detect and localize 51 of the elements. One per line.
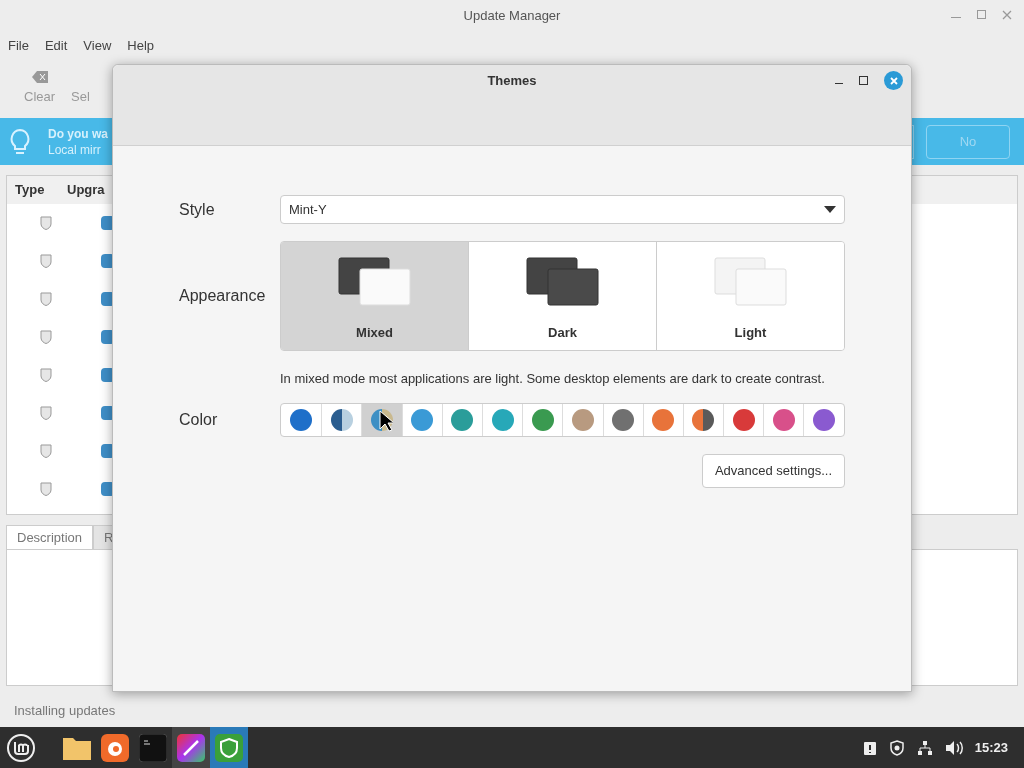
shield-icon (40, 216, 52, 230)
appearance-description: In mixed mode most applications are light. Some desktop elements are dark to create contrast. (280, 370, 826, 388)
menu-item[interactable]: Edit (44, 36, 68, 56)
menu-item[interactable]: File (8, 36, 29, 56)
close-icon (889, 76, 898, 85)
status-text: Installing updates (14, 702, 117, 720)
color-label: Color (179, 409, 219, 430)
appearance-option[interactable]: Light (656, 242, 844, 350)
close-icon[interactable] (1002, 10, 1012, 20)
shield-icon (40, 406, 52, 420)
color-dot (330, 408, 353, 431)
maximize-icon[interactable] (859, 76, 868, 85)
restore-icon[interactable] (977, 10, 986, 19)
caret-icon (824, 206, 836, 213)
color-dot (692, 408, 715, 431)
paint-app-icon[interactable] (172, 727, 210, 768)
window-preview-icon (337, 256, 412, 307)
network-icon[interactable] (916, 739, 933, 756)
shield-icon (40, 330, 52, 344)
appearance-label: Appearance (179, 286, 267, 306)
appearance-option[interactable]: Mixed (281, 242, 468, 350)
clear-icon (31, 70, 48, 83)
dialog-title: Themes (487, 72, 537, 91)
banner-subtitle: Local mirr (48, 141, 102, 158)
lightbulb-icon (8, 127, 32, 156)
style-dropdown[interactable]: Mint-Y (280, 195, 845, 224)
menu-logo-icon[interactable] (6, 732, 36, 763)
window-preview-icon (525, 256, 600, 307)
shield-icon (40, 292, 52, 306)
shield-gear-icon[interactable] (888, 739, 905, 756)
shield-app-icon[interactable] (210, 727, 248, 768)
close-button[interactable] (884, 71, 903, 90)
menu-item[interactable]: Help (127, 36, 155, 56)
window-title: Update Manager (463, 7, 561, 26)
shield-icon (40, 254, 52, 268)
shield-icon (40, 444, 52, 458)
shield-icon (40, 482, 52, 496)
volume-icon[interactable] (944, 739, 963, 756)
tab[interactable]: Description (6, 525, 94, 549)
shield-icon (40, 368, 52, 382)
banner-title: Do you wa (48, 125, 108, 142)
column-header[interactable]: Type (7, 180, 67, 200)
clipboard-alert-icon[interactable] (862, 739, 877, 756)
menu-item[interactable]: View (83, 36, 112, 56)
cursor-icon (379, 409, 393, 432)
window-preview-icon (713, 256, 788, 307)
column-header[interactable]: Upgra (67, 180, 107, 200)
appearance-option[interactable]: Dark (468, 242, 656, 350)
advanced-settings-button[interactable]: Advanced settings... (701, 453, 845, 488)
clock[interactable]: 15:23 (974, 737, 1008, 758)
style-label: Style (179, 199, 216, 220)
